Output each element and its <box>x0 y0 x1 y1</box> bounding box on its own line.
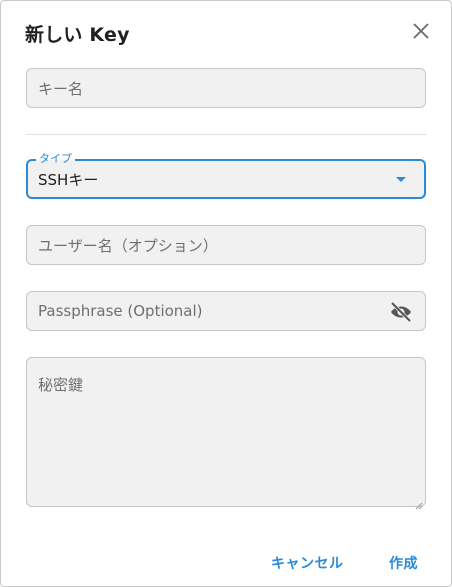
username-input[interactable]: ユーザー名（オプション） <box>26 225 426 265</box>
key-name-input[interactable]: キー名 <box>26 68 426 108</box>
create-button[interactable]: 作成 <box>389 553 418 573</box>
eye-off-icon[interactable] <box>389 300 413 324</box>
private-key-textarea[interactable]: 秘密鍵 <box>26 357 426 510</box>
key-name-placeholder: キー名 <box>38 79 84 98</box>
username-placeholder: ユーザー名（オプション） <box>38 236 218 255</box>
close-button[interactable] <box>409 21 433 45</box>
private-key-placeholder: 秘密鍵 <box>38 376 84 394</box>
passphrase-input[interactable]: Passphrase (Optional) <box>26 291 426 331</box>
resize-handle-icon[interactable] <box>415 496 423 510</box>
close-icon <box>413 23 429 43</box>
passphrase-placeholder: Passphrase (Optional) <box>38 302 203 320</box>
chevron-down-icon <box>396 177 406 182</box>
type-value: SSHキー <box>38 170 99 189</box>
new-key-dialog: 新しい Key キー名 タイプ SSHキー ユーザー名（オプション） Passp… <box>0 0 452 587</box>
cancel-button[interactable]: キャンセル <box>271 553 344 573</box>
dialog-title: 新しい Key <box>25 24 130 46</box>
divider <box>26 134 427 135</box>
type-select[interactable]: タイプ SSHキー <box>26 152 426 199</box>
